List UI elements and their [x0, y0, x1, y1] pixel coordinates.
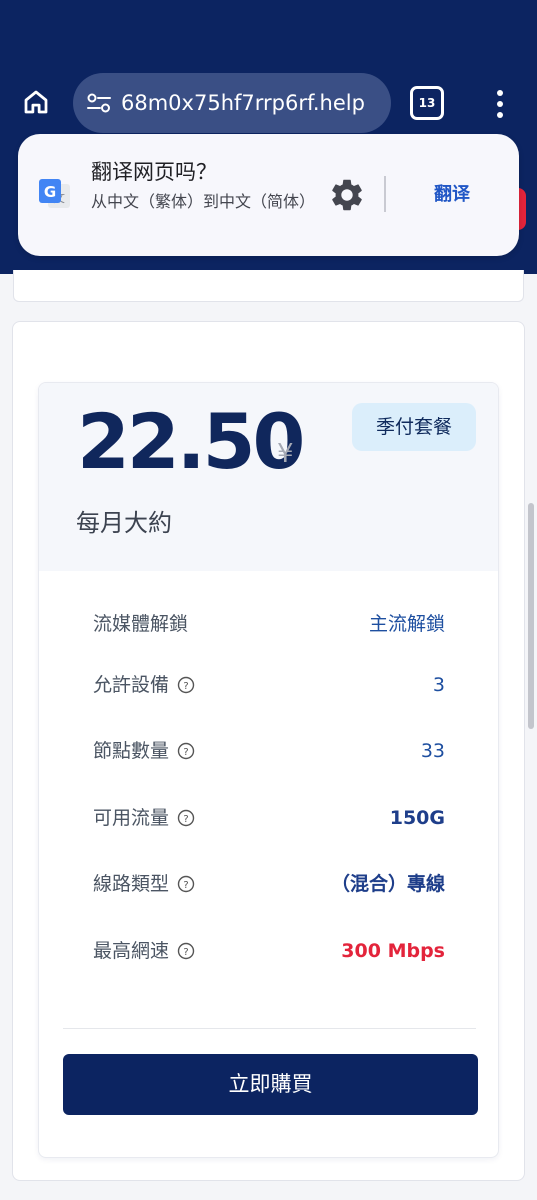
- home-icon: [24, 90, 48, 114]
- translate-language-pair: 从中文（繁体）到中文（简体）: [91, 192, 316, 211]
- feature-row: 可用流量 ? 150G: [93, 803, 445, 833]
- buy-now-button[interactable]: 立即購買: [63, 1054, 478, 1115]
- address-bar[interactable]: 68m0x75hf7rrp6rf.help: [73, 73, 391, 133]
- feature-value: 33: [420, 740, 445, 762]
- svg-text:?: ?: [183, 747, 188, 758]
- home-button[interactable]: [14, 80, 58, 124]
- divider: [384, 176, 386, 212]
- dot-icon: [497, 90, 503, 96]
- feature-value: （混合）專線: [330, 873, 445, 895]
- help-icon[interactable]: ?: [177, 875, 195, 893]
- svg-text:?: ?: [183, 814, 188, 825]
- url-text[interactable]: 68m0x75hf7rrp6rf.help: [121, 73, 381, 133]
- translate-prompt: 文 G 翻译网页吗？ 从中文（繁体）到中文（简体） 翻译: [18, 134, 519, 256]
- dot-icon: [497, 101, 503, 107]
- feature-label: 線路類型 ?: [93, 869, 195, 899]
- feature-label: 可用流量 ?: [93, 803, 195, 833]
- dot-icon: [497, 112, 503, 118]
- feature-value: 3: [432, 674, 445, 696]
- divider: [63, 1028, 476, 1029]
- translate-button[interactable]: 翻译: [412, 178, 492, 212]
- plan-badge: 季付套餐: [352, 403, 476, 451]
- feature-value: 150G: [389, 807, 445, 829]
- svg-text:G: G: [44, 183, 56, 201]
- plan-card: 22.50 ¥ 季付套餐 每月大約 流媒體解鎖 主流解鎖 允許設備 ? 3 節點…: [38, 382, 499, 1158]
- svg-text:?: ?: [183, 947, 188, 958]
- tab-switcher-button[interactable]: 13: [410, 86, 444, 120]
- svg-text:?: ?: [183, 880, 188, 891]
- feature-value: 300 Mbps: [341, 940, 445, 962]
- feature-label: 流媒體解鎖: [93, 613, 189, 635]
- help-icon[interactable]: ?: [177, 809, 195, 827]
- feature-row: 流媒體解鎖 主流解鎖: [93, 609, 445, 639]
- feature-row: 允許設備 ? 3: [93, 670, 445, 700]
- currency-symbol: ¥: [277, 439, 294, 469]
- site-settings-icon[interactable]: [83, 88, 115, 118]
- google-translate-icon: 文 G: [39, 179, 70, 208]
- feature-row: 最高網速 ? 300 Mbps: [93, 936, 445, 966]
- plan-price: 22.50: [77, 397, 305, 486]
- price-period: 每月大約: [76, 509, 172, 537]
- scrollbar[interactable]: [528, 503, 534, 729]
- previous-plan-card: [13, 270, 524, 302]
- feature-value: 主流解鎖: [368, 613, 445, 635]
- help-icon[interactable]: ?: [177, 742, 195, 760]
- help-icon[interactable]: ?: [177, 942, 195, 960]
- plan-header: 22.50 ¥ 季付套餐 每月大約: [39, 383, 498, 571]
- gear-icon[interactable]: [328, 176, 366, 214]
- translate-title: 翻译网页吗？: [91, 160, 217, 184]
- svg-text:?: ?: [183, 681, 188, 692]
- feature-row: 節點數量 ? 33: [93, 736, 445, 766]
- feature-row: 線路類型 ? （混合）專線: [93, 869, 445, 899]
- feature-label: 允許設備 ?: [93, 670, 195, 700]
- feature-label: 節點數量 ?: [93, 736, 195, 766]
- help-icon[interactable]: ?: [177, 676, 195, 694]
- feature-label: 最高網速 ?: [93, 936, 195, 966]
- overflow-menu-button[interactable]: [484, 82, 516, 126]
